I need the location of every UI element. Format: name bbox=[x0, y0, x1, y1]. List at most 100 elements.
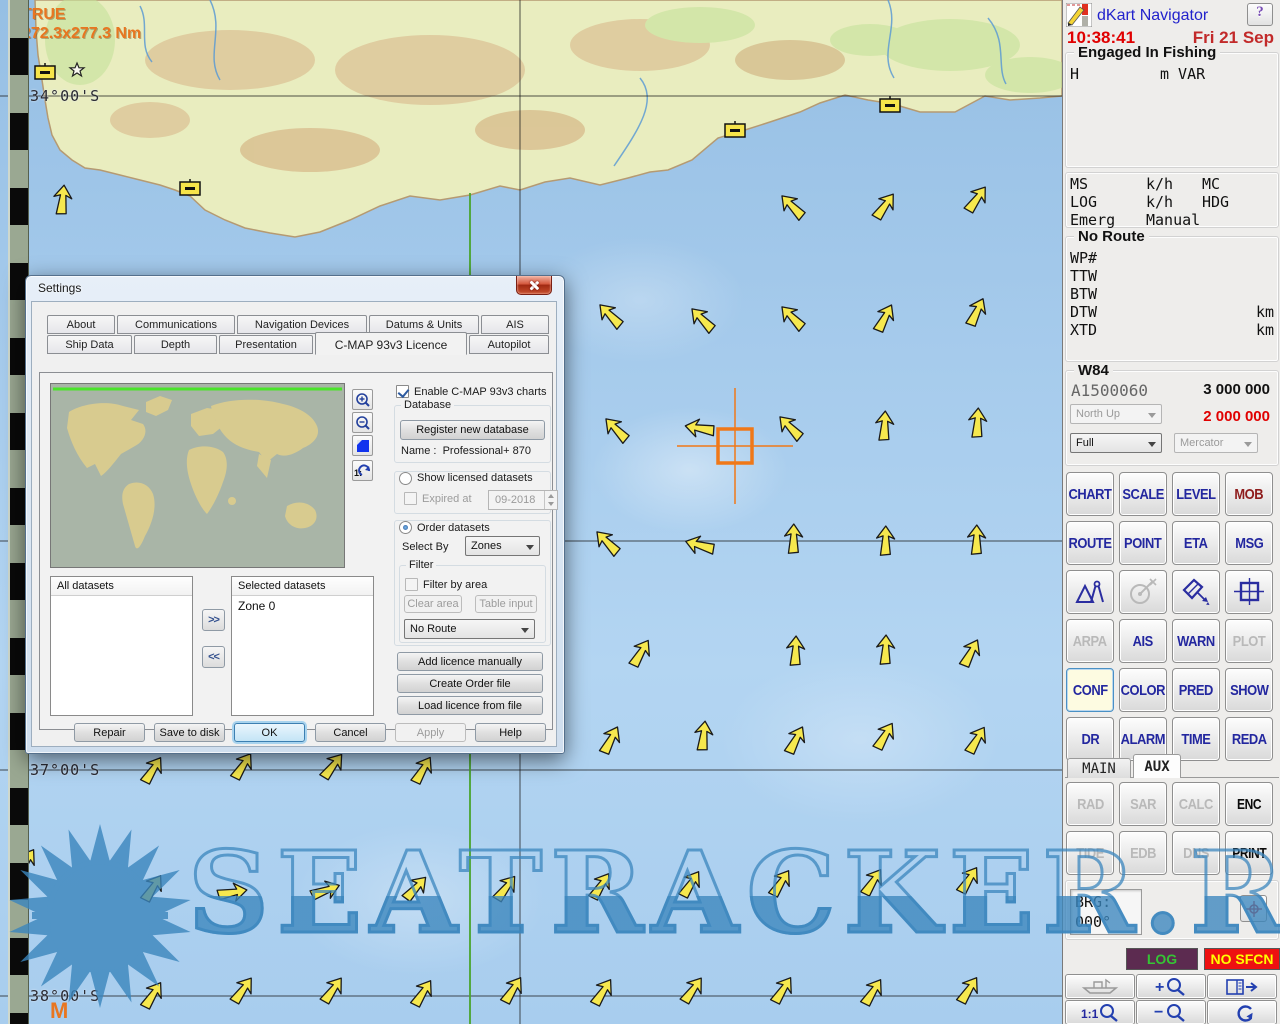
display-mode-combo[interactable]: Full bbox=[1070, 433, 1162, 453]
grid-square-icon-button[interactable] bbox=[1225, 570, 1273, 614]
button-eta[interactable]: ETA bbox=[1172, 521, 1220, 565]
tab-about[interactable]: About bbox=[47, 315, 115, 334]
tab-depth[interactable]: Depth bbox=[134, 335, 217, 354]
database-name-label: Name : Professional+ 870 bbox=[401, 445, 531, 457]
tab-communications[interactable]: Communications bbox=[117, 315, 235, 334]
current-arrow bbox=[693, 720, 715, 752]
move-right-button[interactable]: >> bbox=[202, 609, 225, 631]
tab-autopilot[interactable]: Autopilot bbox=[469, 335, 549, 354]
filter-by-area-checkbox[interactable] bbox=[405, 578, 418, 591]
route-filter-combo[interactable]: No Route bbox=[404, 619, 535, 639]
orientation-combo[interactable]: North Up bbox=[1070, 404, 1162, 424]
expired-date-spinner[interactable]: 09-2018 bbox=[488, 490, 558, 510]
enable-cmap-checkbox[interactable] bbox=[396, 385, 409, 398]
button-show[interactable]: SHOW bbox=[1225, 668, 1273, 712]
tab-c-map-93v3-licence[interactable]: C-MAP 93v3 Licence bbox=[315, 332, 467, 355]
pencil-star-icon-button[interactable] bbox=[1172, 570, 1220, 614]
button-scale[interactable]: SCALE bbox=[1119, 472, 1167, 516]
button-enc[interactable]: ENC bbox=[1225, 782, 1273, 826]
undo-button[interactable] bbox=[1207, 1000, 1277, 1024]
svg-text:1:: 1: bbox=[354, 468, 362, 478]
button-chart[interactable]: CHART bbox=[1066, 472, 1114, 516]
range-value: 2 000 000 bbox=[1203, 408, 1270, 425]
ship-button[interactable] bbox=[1065, 974, 1135, 999]
chevron-down-icon bbox=[526, 545, 534, 550]
selected-datasets-list[interactable]: Selected datasets Zone 0 bbox=[231, 576, 374, 716]
harbor-marker[interactable] bbox=[880, 96, 900, 112]
button-color[interactable]: COLOR bbox=[1119, 668, 1167, 712]
button-conf[interactable]: CONF bbox=[1066, 668, 1114, 712]
preview-zoom-in-icon[interactable] bbox=[352, 389, 373, 410]
save-to-disk-button[interactable]: Save to disk bbox=[154, 723, 225, 742]
button-mob[interactable]: MOB bbox=[1225, 472, 1273, 516]
projection-combo[interactable]: Mercator bbox=[1174, 433, 1258, 453]
register-new-database-button[interactable]: Register new database bbox=[400, 420, 545, 440]
list-item[interactable]: Zone 0 bbox=[232, 596, 373, 613]
button-dns[interactable]: DNS bbox=[1172, 831, 1220, 875]
harbor-marker[interactable] bbox=[725, 121, 745, 137]
harbor-marker[interactable] bbox=[35, 63, 55, 79]
preview-full-extent-icon[interactable] bbox=[352, 435, 373, 456]
button-warn[interactable]: WARN bbox=[1172, 619, 1220, 663]
current-arrow bbox=[137, 871, 169, 905]
button-point[interactable]: POINT bbox=[1119, 521, 1167, 565]
repair-button[interactable]: Repair bbox=[74, 723, 145, 742]
tab-ship-data[interactable]: Ship Data bbox=[47, 335, 132, 354]
button-sar[interactable]: SAR bbox=[1119, 782, 1167, 826]
help-button[interactable]: Help bbox=[475, 723, 546, 742]
button-tide[interactable]: TIDE bbox=[1066, 831, 1114, 875]
bearing-crosshair-button[interactable] bbox=[1240, 895, 1267, 922]
current-arrow bbox=[776, 300, 809, 334]
harbor-marker[interactable] bbox=[180, 179, 200, 195]
order-datasets-radio[interactable] bbox=[399, 521, 412, 534]
all-datasets-list[interactable]: All datasets bbox=[50, 576, 193, 716]
show-licensed-radio[interactable] bbox=[399, 472, 412, 485]
tab-main[interactable]: MAIN bbox=[1067, 758, 1131, 778]
help-button[interactable]: ? bbox=[1247, 3, 1273, 26]
button-ais[interactable]: AIS bbox=[1119, 619, 1167, 663]
current-arrow bbox=[52, 184, 74, 216]
current-arrow bbox=[967, 407, 988, 438]
button-edb[interactable]: EDB bbox=[1119, 831, 1167, 875]
select-by-combo[interactable]: Zones bbox=[465, 536, 540, 556]
expired-at-checkbox[interactable] bbox=[404, 492, 417, 505]
latitude-label: 34°00'S bbox=[30, 87, 100, 105]
chevron-down-icon bbox=[1148, 413, 1156, 418]
apply-button[interactable]: Apply bbox=[395, 723, 466, 742]
tab-aux[interactable]: AUX bbox=[1133, 754, 1181, 778]
spinner-arrows-icon[interactable] bbox=[544, 491, 557, 509]
bearing-circle-icon-button[interactable] bbox=[1119, 570, 1167, 614]
button-msg[interactable]: MSG bbox=[1225, 521, 1273, 565]
close-icon[interactable] bbox=[516, 276, 552, 295]
button-rad[interactable]: RAD bbox=[1066, 782, 1114, 826]
button-print[interactable]: PRINT bbox=[1225, 831, 1273, 875]
dividers-icon-button[interactable] bbox=[1066, 570, 1114, 614]
preview-reset-scale-icon[interactable]: 1: bbox=[352, 460, 373, 481]
route-row: WP# bbox=[1066, 249, 1278, 267]
tab-presentation[interactable]: Presentation bbox=[219, 335, 313, 354]
clear-area-button[interactable]: Clear area bbox=[404, 595, 462, 613]
cancel-button[interactable]: Cancel bbox=[315, 723, 386, 742]
add-licence-manually-button[interactable]: Add licence manually bbox=[397, 652, 543, 671]
button-plot[interactable]: PLOT bbox=[1225, 619, 1273, 663]
button-calc[interactable]: CALC bbox=[1172, 782, 1220, 826]
ship-icon bbox=[1080, 977, 1120, 997]
button-pred[interactable]: PRED bbox=[1172, 668, 1220, 712]
button-route[interactable]: ROUTE bbox=[1066, 521, 1114, 565]
table-input-button[interactable]: Table input bbox=[475, 595, 537, 613]
ok-button[interactable]: OK bbox=[234, 723, 305, 742]
button-level[interactable]: LEVEL bbox=[1172, 472, 1220, 516]
tab-ais[interactable]: AIS bbox=[481, 315, 549, 334]
zoom-out-button[interactable]: − bbox=[1136, 1000, 1206, 1024]
move-left-button[interactable]: << bbox=[202, 646, 225, 668]
zoom-in-button[interactable]: + bbox=[1136, 974, 1206, 999]
current-arrow bbox=[683, 532, 717, 558]
world-map-preview[interactable] bbox=[50, 383, 345, 568]
preview-zoom-out-icon[interactable] bbox=[352, 412, 373, 433]
create-order-file-button[interactable]: Create Order file bbox=[397, 674, 543, 693]
current-arrow bbox=[600, 412, 633, 446]
load-licence-from-file-button[interactable]: Load licence from file bbox=[397, 696, 543, 715]
panel-right-button[interactable] bbox=[1207, 974, 1277, 999]
button-arpa[interactable]: ARPA bbox=[1066, 619, 1114, 663]
one-to-one-button[interactable]: 1:1 bbox=[1065, 1000, 1135, 1024]
